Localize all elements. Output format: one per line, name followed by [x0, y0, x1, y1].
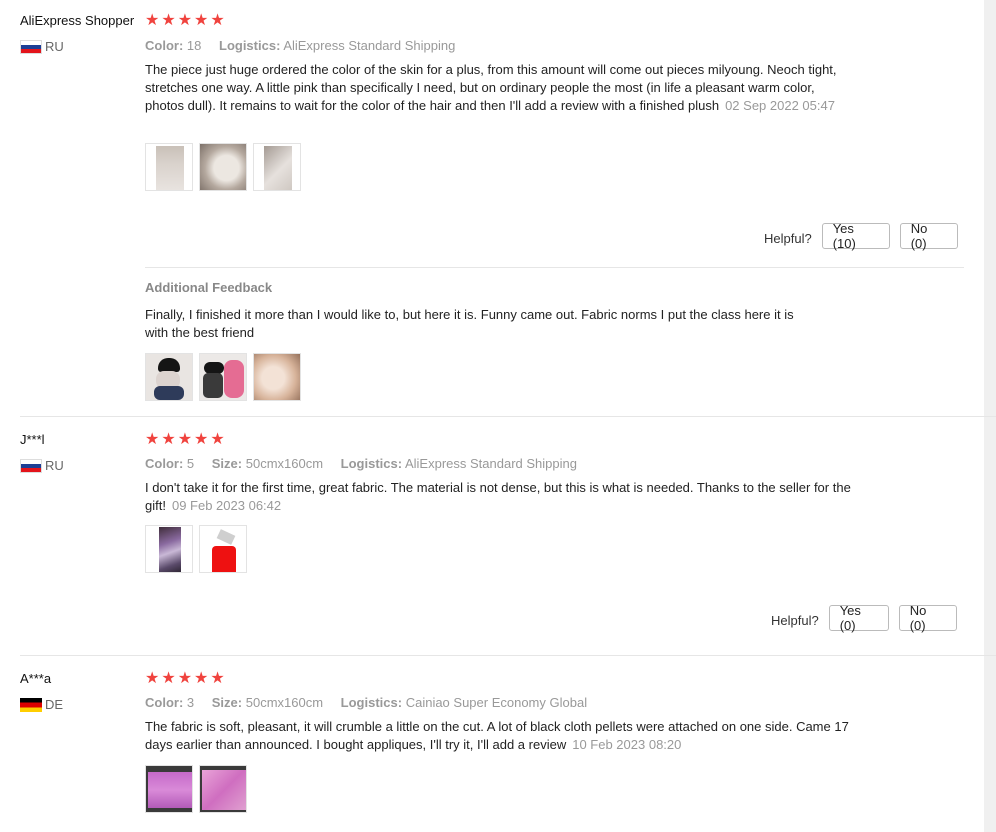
- prop-value: 18: [186, 38, 202, 53]
- review-photo[interactable]: [199, 525, 247, 573]
- germany-flag-icon: [20, 697, 42, 712]
- divider: [145, 267, 964, 268]
- review-text: The fabric is soft, pleasant, it will cr…: [145, 718, 855, 754]
- star-rating: ★ ★ ★ ★ ★: [145, 13, 225, 29]
- review-date: 09 Feb 2023 06:42: [171, 498, 282, 513]
- star-icon: ★: [177, 12, 193, 29]
- review-photo[interactable]: [145, 143, 193, 191]
- prop-key: Color:: [145, 456, 184, 471]
- review-divider: [20, 416, 996, 417]
- prop-value: AliExpress Standard Shipping: [404, 456, 577, 471]
- reviewer-name: J***l: [20, 432, 45, 447]
- prop-value: AliExpress Standard Shipping: [283, 38, 456, 53]
- additional-feedback-title: Additional Feedback: [145, 280, 273, 295]
- prop-key: Size:: [211, 695, 243, 710]
- review-date: 10 Feb 2023 08:20: [572, 737, 682, 752]
- helpful-label: Helpful?: [771, 612, 819, 628]
- review-text: The piece just huge ordered the color of…: [145, 61, 855, 115]
- star-icon: ★: [145, 12, 160, 29]
- star-icon: ★: [210, 12, 225, 29]
- star-icon: ★: [161, 431, 176, 448]
- helpful-no-button[interactable]: No (0): [899, 221, 958, 251]
- additional-feedback-text: Finally, I finished it more than I would…: [145, 307, 794, 340]
- country-code: RU: [45, 458, 64, 473]
- star-icon: ★: [194, 12, 209, 29]
- sku-properties: Color: 3 Size: 50cmx160cm Logistics: Cai…: [145, 695, 601, 710]
- prop-key: Size:: [211, 456, 243, 471]
- star-icon: ★: [161, 12, 176, 29]
- prop-value: Cainiao Super Economy Global: [405, 695, 588, 710]
- star-icon: ★: [210, 670, 225, 687]
- review-text: I don't take it for the first time, grea…: [145, 479, 855, 515]
- review-photos: [145, 143, 301, 191]
- star-icon: ★: [194, 431, 209, 448]
- review-photos: [145, 525, 247, 573]
- country-code: RU: [45, 39, 64, 54]
- review-divider: [20, 655, 996, 656]
- prop-value: 50cmx160cm: [245, 456, 324, 471]
- prop-key: Logistics:: [219, 38, 281, 53]
- review-photos: [145, 765, 247, 813]
- star-rating: ★ ★ ★ ★ ★: [145, 671, 225, 687]
- review-photo[interactable]: [145, 765, 193, 813]
- star-icon: ★: [210, 431, 225, 448]
- russia-flag-icon: [20, 39, 42, 54]
- star-icon: ★: [177, 431, 193, 448]
- additional-photos: [145, 353, 301, 401]
- star-rating: ★ ★ ★ ★ ★: [145, 432, 225, 448]
- review-photo[interactable]: [253, 353, 301, 401]
- helpful-label: Helpful?: [764, 230, 812, 246]
- sku-properties: Color: 18 Logistics: AliExpress Standard…: [145, 38, 469, 53]
- country-code: DE: [45, 697, 64, 712]
- reviewer-name: AliExpress Shopper: [20, 13, 135, 28]
- prop-value: 3: [186, 695, 195, 710]
- reviewer-country: RU: [20, 39, 64, 54]
- review-photo[interactable]: [199, 765, 247, 813]
- star-icon: ★: [194, 670, 209, 687]
- review-photo[interactable]: [145, 525, 193, 573]
- prop-value: 50cmx160cm: [245, 695, 324, 710]
- prop-key: Logistics:: [340, 695, 403, 710]
- star-icon: ★: [145, 431, 160, 448]
- review-date: 02 Sep 2022 05:47: [725, 98, 835, 113]
- star-icon: ★: [145, 670, 160, 687]
- prop-key: Logistics:: [340, 456, 403, 471]
- reviewer-country: DE: [20, 697, 63, 712]
- review-photo[interactable]: [199, 143, 247, 191]
- review-photo[interactable]: [199, 353, 247, 401]
- prop-key: Color:: [145, 695, 184, 710]
- star-icon: ★: [177, 670, 193, 687]
- review-body: The fabric is soft, pleasant, it will cr…: [145, 719, 849, 752]
- review-photo[interactable]: [253, 143, 301, 191]
- helpful-yes-button[interactable]: Yes (10): [821, 221, 890, 251]
- reviewer-name: A***a: [20, 671, 52, 686]
- review-photo[interactable]: [145, 353, 193, 401]
- prop-value: 5: [186, 456, 195, 471]
- helpful-no-button[interactable]: No (0): [898, 603, 957, 633]
- helpful-controls: Helpful? Yes (0) No (0): [771, 603, 957, 633]
- helpful-yes-button[interactable]: Yes (0): [828, 603, 889, 633]
- russia-flag-icon: [20, 458, 42, 473]
- sku-properties: Color: 5 Size: 50cmx160cm Logistics: Ali…: [145, 456, 591, 471]
- helpful-controls: Helpful? Yes (10) No (0): [764, 221, 958, 251]
- prop-key: Color:: [145, 38, 184, 53]
- star-icon: ★: [161, 670, 176, 687]
- reviewer-country: RU: [20, 458, 64, 473]
